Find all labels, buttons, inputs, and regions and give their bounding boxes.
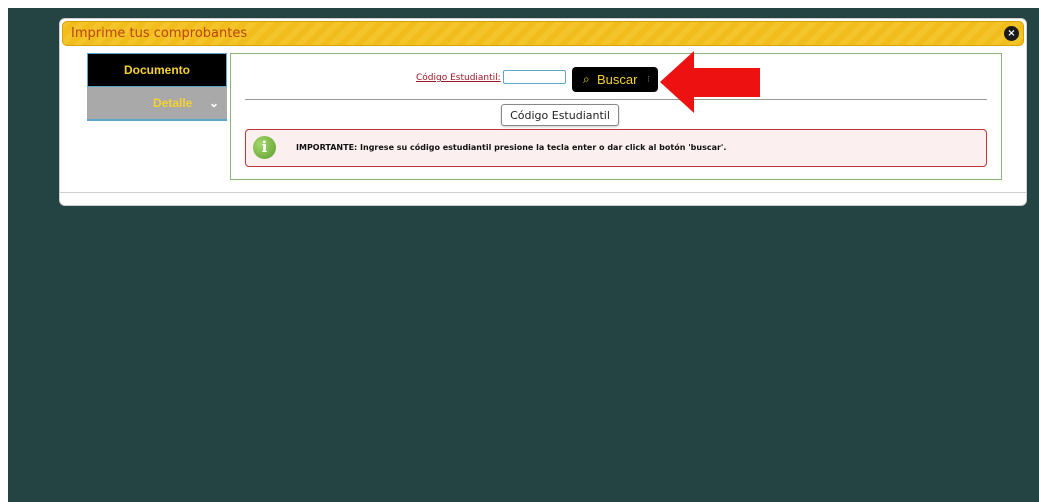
sidebar-item-label: Detalle — [153, 96, 193, 110]
dialog-title: Imprime tus comprobantes — [71, 26, 248, 41]
search-button[interactable]: ⌕ Buscar ⁝ — [572, 67, 658, 92]
dialog-footer-divider — [60, 192, 1026, 193]
close-icon[interactable]: × — [1004, 26, 1019, 41]
grip-icon: ⁝ — [647, 74, 650, 84]
chevron-down-icon: ⌄ — [208, 96, 219, 110]
tooltip: Código Estudiantil — [501, 104, 619, 126]
sidebar-item-detalle[interactable]: Detalle ⌄ — [87, 87, 227, 121]
red-arrow-icon — [660, 51, 760, 113]
dialog-title-bar[interactable]: Imprime tus comprobantes × — [62, 21, 1024, 46]
info-icon: i — [253, 136, 276, 159]
student-code-input[interactable] — [503, 70, 566, 84]
alert-message: IMPORTANTE: Ingrese su código estudianti… — [296, 143, 727, 152]
divider — [245, 99, 987, 100]
student-code-label: Código Estudiantil: — [416, 73, 501, 83]
search-icon: ⌕ — [583, 72, 590, 86]
search-button-label: Buscar — [597, 72, 638, 87]
content-panel: Código Estudiantil: ⌕ Buscar ⁝ Código Es… — [230, 53, 1002, 180]
sidebar-item-documento[interactable]: Documento — [87, 53, 227, 87]
print-receipts-dialog: Imprime tus comprobantes × Documento Det… — [59, 18, 1027, 206]
sidebar-menu: Documento Detalle ⌄ — [87, 53, 227, 121]
important-alert: i IMPORTANTE: Ingrese su código estudian… — [245, 129, 987, 167]
